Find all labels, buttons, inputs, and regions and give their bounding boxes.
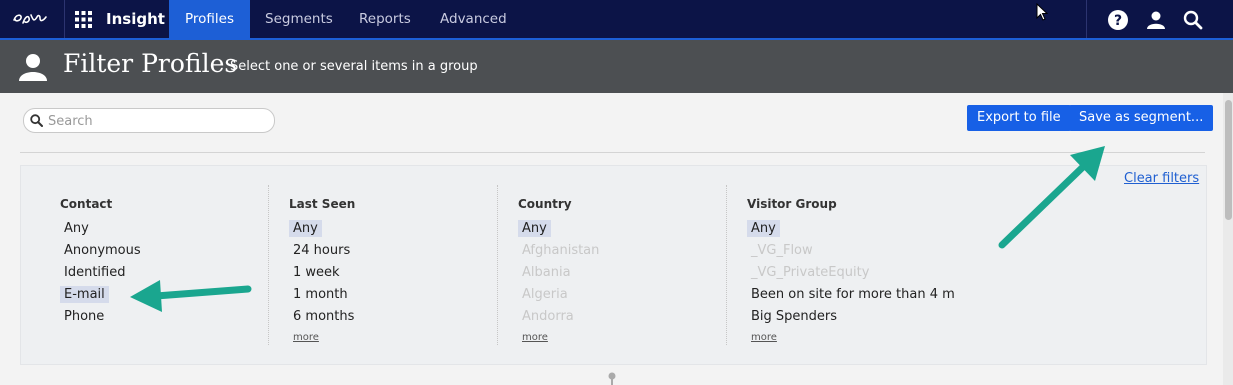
apps-grid-icon[interactable] xyxy=(64,0,104,38)
filter-option-country-albania[interactable]: Albania xyxy=(518,264,575,281)
help-icon[interactable]: ? xyxy=(1107,9,1129,31)
clear-filters-link[interactable]: Clear filters xyxy=(1124,171,1199,186)
tab-segments[interactable]: Segments xyxy=(249,0,349,38)
svg-text:?: ? xyxy=(1114,13,1122,29)
filter-option-country-algeria[interactable]: Algeria xyxy=(518,286,572,303)
page-header: Filter Profiles Select one or several it… xyxy=(0,40,1233,93)
filter-option-visitor-group-been-on-site[interactable]: Been on site for more than 4 m xyxy=(747,286,959,303)
scrollbar-thumb[interactable] xyxy=(1225,100,1232,220)
filter-option-visitor-group-any[interactable]: Any xyxy=(747,220,780,237)
filter-option-last-seen-6m[interactable]: 6 months xyxy=(289,308,358,325)
filter-option-country-any[interactable]: Any xyxy=(518,220,551,237)
tab-advanced[interactable]: Advanced xyxy=(424,0,523,38)
tab-profiles[interactable]: Profiles xyxy=(169,0,251,38)
more-link[interactable]: more xyxy=(522,332,548,343)
page-subtitle: Select one or several items in a group xyxy=(230,59,478,74)
top-nav: Insight Profiles Segments Reports Advanc… xyxy=(0,0,1233,40)
filter-option-contact-email[interactable]: E-mail xyxy=(60,286,109,303)
search-input[interactable] xyxy=(46,111,270,131)
filter-option-contact-any[interactable]: Any xyxy=(60,220,93,237)
export-to-file-button[interactable]: Export to file xyxy=(967,105,1071,131)
filter-option-country-afghanistan[interactable]: Afghanistan xyxy=(518,242,603,259)
page-title: Filter Profiles xyxy=(63,49,238,78)
filter-panel xyxy=(20,165,1207,365)
drag-handle-icon[interactable] xyxy=(608,372,616,385)
filter-column-title-last-seen: Last Seen xyxy=(289,197,356,211)
filter-column-title-country: Country xyxy=(518,197,572,211)
save-as-segment-button[interactable]: Save as segment... xyxy=(1069,105,1214,131)
episerver-logo-icon[interactable] xyxy=(0,0,65,38)
filter-option-country-andorra[interactable]: Andorra xyxy=(518,308,578,325)
filter-option-last-seen-1m[interactable]: 1 month xyxy=(289,286,352,303)
search-box[interactable] xyxy=(23,108,275,133)
filter-option-contact-phone[interactable]: Phone xyxy=(60,308,108,325)
filter-column-title-visitor-group: Visitor Group xyxy=(747,197,837,211)
column-separator xyxy=(497,185,499,345)
more-link[interactable]: more xyxy=(293,332,319,343)
column-separator xyxy=(726,185,728,345)
filter-option-visitor-group-big-spenders[interactable]: Big Spenders xyxy=(747,308,841,325)
tab-reports[interactable]: Reports xyxy=(343,0,427,38)
filter-option-contact-anonymous[interactable]: Anonymous xyxy=(60,242,145,259)
filter-option-last-seen-any[interactable]: Any xyxy=(289,220,322,237)
filter-option-visitor-group-vg-private-equity[interactable]: _VG_PrivateEquity xyxy=(747,264,873,281)
column-separator xyxy=(268,185,270,345)
app-name: Insight xyxy=(106,10,165,28)
filter-column-title-contact: Contact xyxy=(60,197,113,211)
filter-option-last-seen-1w[interactable]: 1 week xyxy=(289,264,344,281)
profile-avatar-icon xyxy=(19,54,47,81)
search-icon xyxy=(30,114,43,127)
mouse-cursor-icon xyxy=(1036,3,1049,21)
filter-option-last-seen-24h[interactable]: 24 hours xyxy=(289,242,354,259)
more-link[interactable]: more xyxy=(751,332,777,343)
filter-option-contact-identified[interactable]: Identified xyxy=(60,264,129,281)
divider xyxy=(20,152,1205,153)
search-icon[interactable] xyxy=(1182,9,1204,31)
filter-option-visitor-group-vg-flow[interactable]: _VG_Flow xyxy=(747,242,817,259)
user-icon[interactable] xyxy=(1145,9,1167,31)
nav-separator xyxy=(1086,0,1087,38)
